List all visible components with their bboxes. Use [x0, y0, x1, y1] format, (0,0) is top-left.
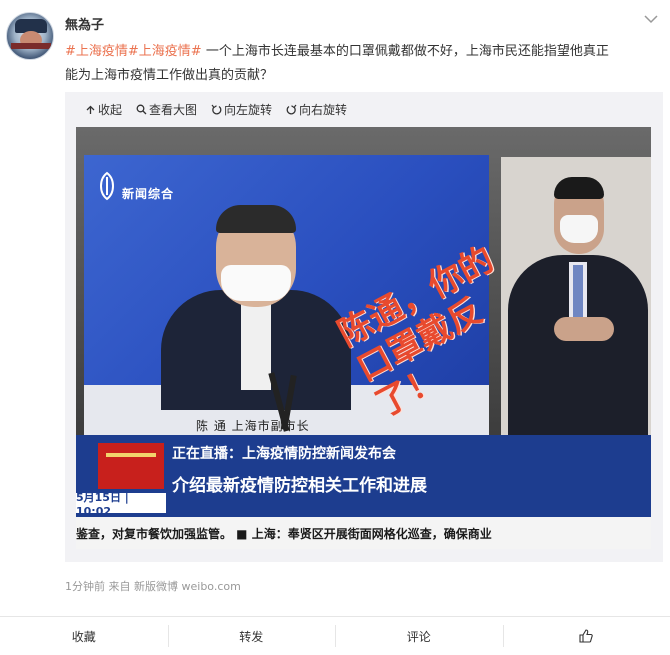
post-meta: 1分钟前 来自 新版微博 weibo.com — [65, 578, 241, 594]
official-figure — [151, 205, 361, 410]
thumbs-up-icon — [579, 629, 593, 643]
rotate-right-icon — [286, 104, 297, 114]
rotate-left-icon — [211, 104, 222, 114]
media-viewer: 收起 查看大图 向左旋转 向右旋转 新闻综合 陈 通 上海市副市长 陈通，你的 … — [65, 92, 663, 562]
favorite-button[interactable]: 收藏 — [0, 617, 168, 655]
ticker-scroll-text: 鉴查，对复市餐饮加强监管。 ■ 上海：奉贤区开展街面网格化巡查，确保商业 — [76, 517, 651, 549]
collapse-icon — [86, 105, 95, 114]
like-button[interactable] — [502, 617, 670, 655]
rotate-right-button[interactable]: 向右旋转 — [286, 101, 347, 118]
news-ticker: 正在直播：上海疫情防控新闻发布会 介绍最新疫情防控相关工作和进展 5月15日 |… — [76, 435, 651, 549]
station-logo-icon — [100, 171, 114, 201]
magnifier-icon — [136, 104, 147, 114]
post-image[interactable]: 新闻综合 陈 通 上海市副市长 陈通，你的 口罩戴反 了！ 正在直播：上海疫情防… — [76, 127, 651, 549]
topic-link[interactable]: #上海疫情# — [65, 44, 139, 59]
chevron-down-icon[interactable] — [644, 14, 658, 24]
view-large-button[interactable]: 查看大图 — [136, 101, 197, 118]
username[interactable]: 無為子 — [65, 14, 104, 33]
post-text-line1: 一个上海市长连最基本的口罩佩戴都做不好，上海市民还能指望他真正 — [201, 44, 609, 59]
weibo-post-card: 無為子 #上海疫情#上海疫情# 一个上海市长连最基本的口罩佩戴都做不好，上海市民… — [0, 0, 670, 655]
repost-button[interactable]: 转发 — [167, 617, 336, 655]
topic-link-2[interactable]: 上海疫情# — [139, 44, 202, 59]
action-bar: 收藏 转发 评论 — [0, 617, 670, 655]
post-text: #上海疫情#上海疫情# 一个上海市长连最基本的口罩佩戴都做不好，上海市民还能指望… — [65, 40, 663, 88]
post-time[interactable]: 1分钟前 — [65, 580, 105, 593]
ticker-live-title: 正在直播：上海疫情防控新闻发布会 — [172, 446, 396, 462]
post-source[interactable]: 新版微博 weibo.com — [134, 580, 241, 593]
ticker-thumbnail — [98, 443, 164, 489]
collapse-button[interactable]: 收起 — [85, 101, 122, 118]
comment-button[interactable]: 评论 — [335, 617, 503, 655]
rotate-left-button[interactable]: 向左旋转 — [211, 101, 272, 118]
avatar[interactable] — [6, 12, 54, 60]
post-text-line2: 能为上海市疫情工作做出真的贡献？ — [65, 68, 274, 83]
source-label: 来自 — [108, 580, 131, 593]
ticker-headline: 介绍最新疫情防控相关工作和进展 — [172, 476, 427, 496]
nameplate: 陈 通 上海市副市长 — [196, 419, 310, 433]
media-toolbar: 收起 查看大图 向左旋转 向右旋转 — [85, 101, 361, 117]
ticker-date: 5月15日 | 10:02 — [76, 491, 166, 518]
station-name: 新闻综合 — [122, 187, 175, 201]
